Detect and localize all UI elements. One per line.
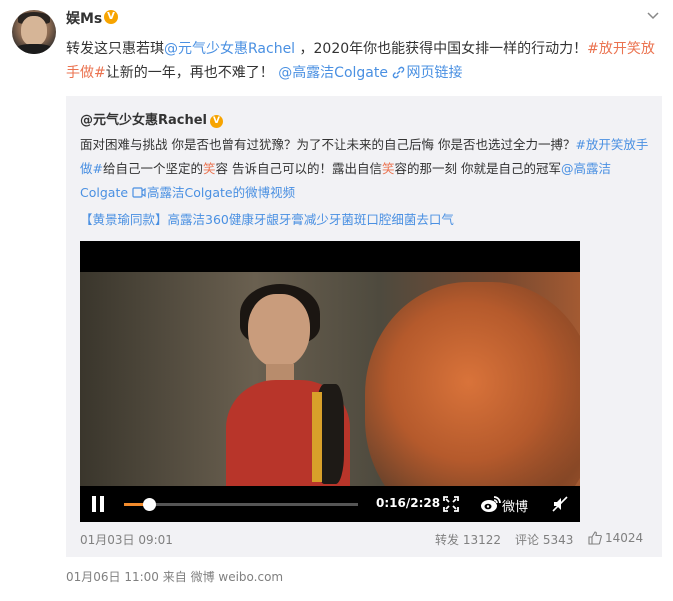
repost-text-segment: 容的那一刻 你就是自己的冠军 [394,161,561,176]
like-button[interactable]: 14024 [588,531,643,545]
like-count: 14024 [605,531,644,545]
fullscreen-icon[interactable] [443,496,459,512]
chevron-down-icon[interactable] [647,12,659,20]
post-text-segment: 让新的一年，再也不难了！ [105,65,279,81]
web-link[interactable]: 网页链接 [392,65,462,81]
mention-link-colgate[interactable]: @高露洁Colgate [278,65,388,81]
video-player[interactable]: 0:16/2:28 微博 [80,241,580,522]
post-text: 转发这只惠若琪@元气少女惠Rachel ，2020年你也能获得中国女排一样的行动… [66,37,656,85]
post-footer: 01月06日 11:00 来自 微博 weibo.com [66,570,284,584]
repost-text: 面对困难与挑战 你是否也曾有过犹豫？为了不让未来的自己后悔 你是否也选过全力一搏… [80,133,654,205]
video-figure-stripe [312,392,322,482]
avatar[interactable] [12,10,56,54]
video-frame[interactable] [80,272,580,522]
verified-badge-icon: V [210,115,224,128]
avatar-shirt [14,44,54,54]
ad-link[interactable]: 【黄景瑜同款】高露洁360健康牙龈牙膏减少牙菌斑口腔细菌去口气 [80,209,454,228]
video-controls: 0:16/2:28 微博 [80,486,580,522]
video-link[interactable]: 高露洁Colgate的微博视频 [132,185,295,200]
highlight-word: 笑 [382,161,395,176]
mention-link[interactable]: @元气少女惠Rachel [164,41,295,57]
post-username[interactable]: 娱Ms [66,8,102,28]
web-link-label: 网页链接 [406,65,463,81]
highlight-word: 笑 [203,161,216,176]
forward-count[interactable]: 转发 13122 [435,531,501,548]
repost-text-segment: 面对困难与挑战 你是否也曾有过犹豫？为了不让未来的自己后悔 你是否也选过全力一搏… [80,137,576,152]
post-text-segment: 转发这只惠若琪 [66,41,164,57]
repost-date[interactable]: 01月03日 09:01 [80,531,173,548]
repost-text-segment: 容 告诉自己可以的！露出自信 [215,161,382,176]
weibo-eye-icon [481,496,501,512]
repost-username[interactable]: @元气少女惠Rachel V [80,109,224,128]
thumbs-up-icon [588,531,602,545]
pause-icon[interactable] [91,496,105,512]
weibo-brand-text: 微博 [502,500,529,515]
weibo-logo-icon[interactable]: 微博 [480,493,536,515]
repost-card: @元气少女惠Rachel V 面对困难与挑战 你是否也曾有过犹豫？为了不让未来的自… [66,96,662,557]
avatar-face [21,16,47,46]
comment-count[interactable]: 评论 5343 [515,531,573,548]
progress-bar[interactable] [124,498,358,511]
repost-text-segment: 给自己一个坚定的 [102,161,203,176]
video-link-icon [132,187,146,198]
video-figure-face [248,294,310,368]
link-icon [393,66,405,79]
repost-username-label: @元气少女惠Rachel [80,113,208,128]
post-text-segment: ，2020年你也能获得中国女排一样的行动力！ [295,41,588,57]
progress-knob[interactable] [143,498,157,511]
video-time: 0:16/2:28 [376,496,441,510]
mute-icon[interactable] [552,496,568,512]
verified-badge-icon: V [104,10,118,24]
video-link-label: 高露洁Colgate的微博视频 [147,185,296,200]
